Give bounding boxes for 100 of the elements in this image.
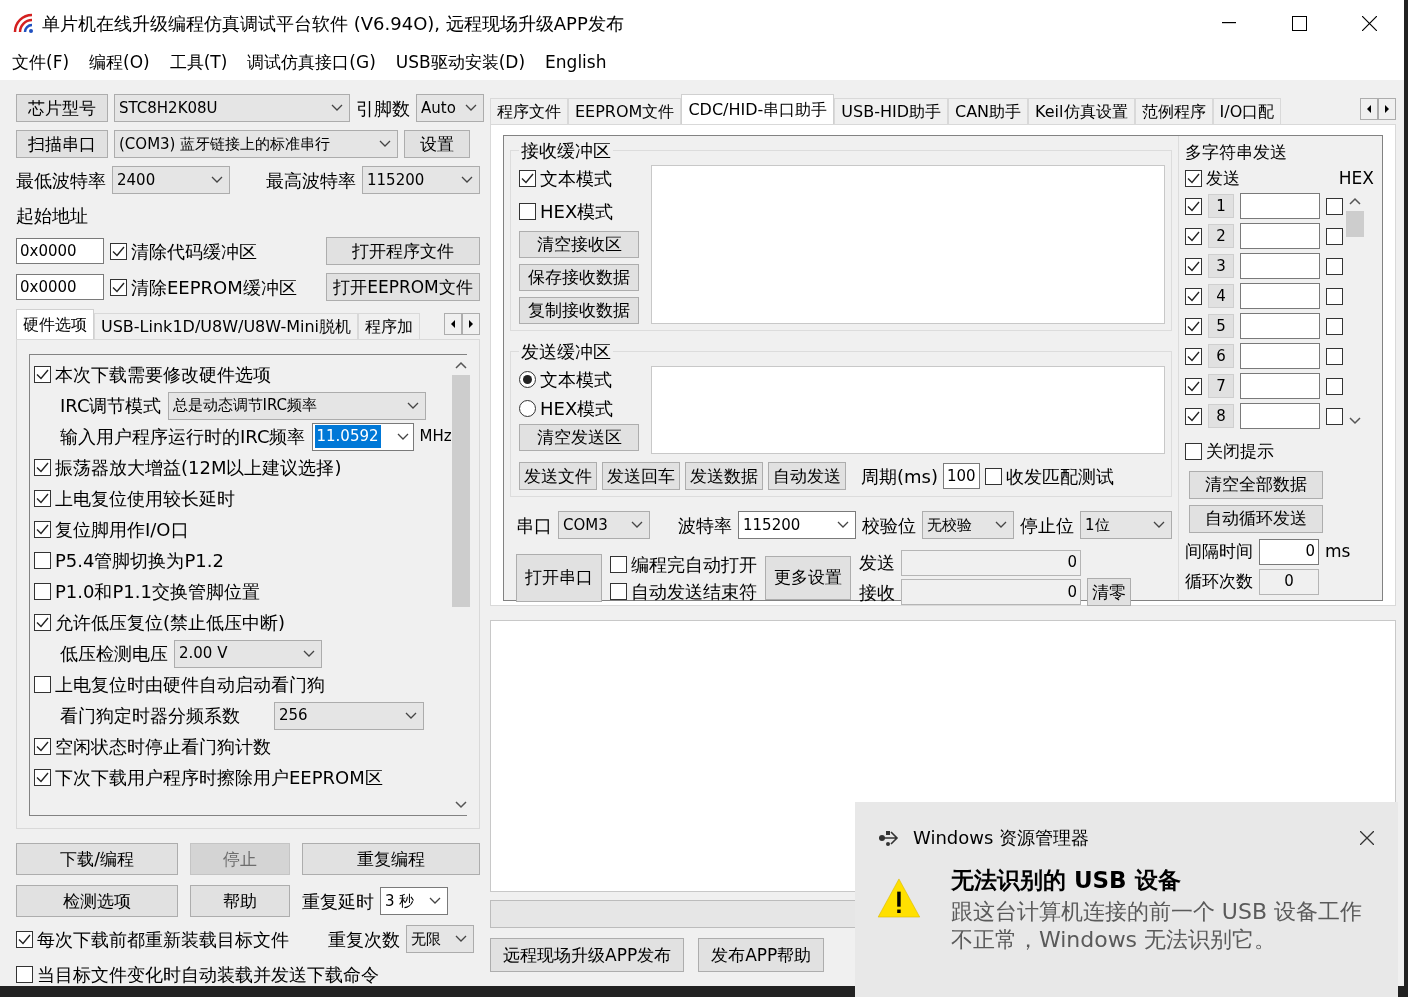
checkbox[interactable] [34, 583, 51, 600]
checkbox[interactable] [519, 203, 536, 220]
checkbox-label[interactable]: 文本模式 [540, 165, 612, 192]
checkbox-label[interactable]: 编程完自动打开 [631, 550, 757, 578]
address-field[interactable]: 0x0000 [16, 274, 104, 300]
checkbox[interactable] [1185, 197, 1202, 215]
radio-label[interactable]: HEX模式 [540, 395, 614, 422]
option-dropdown[interactable]: 256 [274, 701, 424, 730]
checkbox-label[interactable]: HEX模式 [540, 198, 614, 225]
checkbox-label[interactable]: 上电复位使用较长延时 [55, 485, 235, 512]
menu-item[interactable]: 工具(T) [159, 50, 238, 76]
checkbox-label[interactable]: 清除代码缓冲区 [131, 237, 257, 265]
button[interactable]: 发送回车 [602, 462, 680, 490]
port-dropdown[interactable]: (COM3) 蓝牙链接上的标准串行 [114, 130, 398, 158]
tab-scroll-right-button[interactable] [462, 313, 480, 335]
option-dropdown[interactable]: 2.00 V [174, 639, 322, 668]
stop-bits-dropdown[interactable]: 1位 [1080, 511, 1172, 539]
checkbox-label[interactable]: 当目标文件变化时自动装载并发送下载命令 [37, 961, 379, 988]
baud-rate-dropdown[interactable]: 115200 [738, 511, 856, 539]
checkbox-label[interactable]: 每次下载前都重新装载目标文件 [37, 925, 289, 953]
checkbox[interactable] [34, 614, 51, 631]
checkbox[interactable] [1185, 317, 1202, 335]
checkbox-label[interactable]: 发送 [1206, 165, 1240, 191]
clear-send-button[interactable]: 清空发送区 [519, 424, 639, 451]
checkbox-label[interactable]: P1.0和P1.1交换管脚位置 [55, 578, 260, 605]
checkbox[interactable] [984, 467, 1002, 485]
scrollbar-thumb[interactable] [1346, 211, 1364, 237]
tab[interactable]: 程序文件 [490, 98, 568, 124]
button[interactable]: 下载/编程 [16, 843, 178, 875]
tab[interactable]: Keil仿真设置 [1028, 98, 1135, 124]
checkbox[interactable] [610, 555, 627, 573]
loop-count-field[interactable]: 0 [1259, 568, 1319, 595]
tab[interactable]: USB-Link1D/U8W/U8W-Mini脱机 [94, 313, 359, 339]
chip-model-button[interactable]: 芯片型号 [16, 94, 108, 122]
chip-model-dropdown[interactable]: STC8H2K08U [114, 94, 350, 122]
checkbox[interactable] [34, 459, 51, 476]
button[interactable]: 远程现场升级APP发布 [490, 938, 685, 972]
hex-checkbox[interactable] [1326, 257, 1343, 275]
button[interactable]: 帮助 [190, 885, 290, 917]
more-settings-button[interactable]: 更多设置 [765, 555, 851, 600]
checkbox[interactable] [110, 278, 127, 296]
checkbox[interactable] [34, 769, 51, 786]
checkbox[interactable] [34, 738, 51, 755]
checkbox[interactable] [34, 552, 51, 569]
checkbox[interactable] [34, 676, 51, 693]
send-string-button[interactable]: 1 [1208, 194, 1234, 218]
button[interactable]: 发送文件 [519, 462, 597, 490]
tab[interactable]: 程序加 [358, 313, 421, 339]
checkbox-label[interactable]: 清除EEPROM缓冲区 [131, 273, 297, 301]
checkbox[interactable] [110, 242, 127, 260]
string-field[interactable] [1240, 193, 1320, 219]
close-button[interactable] [1358, 828, 1376, 847]
tab[interactable]: USB-HID助手 [834, 98, 948, 124]
checkbox[interactable] [16, 966, 33, 983]
tab[interactable]: EEPROM文件 [568, 98, 682, 124]
checkbox[interactable] [1185, 443, 1202, 461]
menu-item[interactable]: English [535, 50, 617, 76]
checkbox-label[interactable]: 收发匹配测试 [1005, 462, 1114, 490]
hex-checkbox[interactable] [1326, 377, 1343, 395]
checkbox-label[interactable]: 下次下载用户程序时擦除用户EEPROM区 [55, 764, 383, 791]
send-string-button[interactable]: 3 [1208, 254, 1234, 278]
open-file-button[interactable]: 打开EEPROM文件 [326, 273, 480, 301]
string-field[interactable] [1240, 283, 1320, 309]
button[interactable]: 保存接收数据 [519, 264, 639, 291]
button[interactable]: 发送数据 [685, 462, 763, 490]
received-count-field[interactable]: 0 [901, 579, 1081, 605]
checkbox-label[interactable]: 允许低压复位(禁止低压中断) [55, 609, 286, 636]
repeat-delay-dropdown[interactable]: 3 秒 [380, 887, 448, 915]
radio-label[interactable]: 文本模式 [540, 366, 612, 393]
checkbox[interactable] [1185, 169, 1202, 187]
scrollbar[interactable] [451, 355, 470, 815]
checkbox-label[interactable]: 振荡器放大增益(12M以上建议选择) [55, 454, 342, 481]
button[interactable]: 清空接收区 [519, 231, 639, 258]
tab-scroll-right-button[interactable] [1378, 98, 1396, 120]
checkbox[interactable] [34, 521, 51, 538]
checkbox[interactable] [1185, 257, 1202, 275]
button[interactable]: 发布APP帮助 [698, 938, 825, 972]
radio-button[interactable] [519, 400, 536, 417]
tab[interactable]: CDC/HID-串口助手 [681, 94, 835, 124]
button[interactable]: 清空全部数据 [1189, 470, 1323, 499]
menu-item[interactable]: 调试仿真接口(G) [237, 50, 386, 76]
button[interactable]: 重复编程 [302, 843, 480, 875]
button[interactable]: 自动循环发送 [1189, 504, 1323, 533]
string-field[interactable] [1240, 223, 1320, 249]
baud-rate-dropdown[interactable]: 2400 [112, 166, 230, 194]
menu-item[interactable]: 文件(F) [2, 50, 80, 76]
send-string-button[interactable]: 7 [1208, 374, 1234, 398]
checkbox[interactable] [519, 170, 536, 187]
hex-checkbox[interactable] [1326, 347, 1343, 365]
tab[interactable]: 范例程序 [1134, 98, 1213, 124]
checkbox-label[interactable]: 空闲状态时停止看门狗计数 [55, 733, 271, 760]
menu-item[interactable]: 编程(O) [79, 50, 160, 76]
parity-dropdown[interactable]: 无校验 [922, 511, 1014, 539]
option-dropdown[interactable]: 总是动态调节IRC频率 [167, 391, 426, 420]
checkbox[interactable] [34, 490, 51, 507]
button[interactable]: 检测选项 [16, 885, 178, 917]
checkbox-label[interactable]: 上电复位时由硬件自动启动看门狗 [55, 671, 325, 698]
send-string-button[interactable]: 8 [1208, 404, 1234, 428]
checkbox-label[interactable]: 复位脚用作I/O口 [55, 516, 189, 543]
tab-scroll-left-button[interactable] [1360, 98, 1378, 120]
